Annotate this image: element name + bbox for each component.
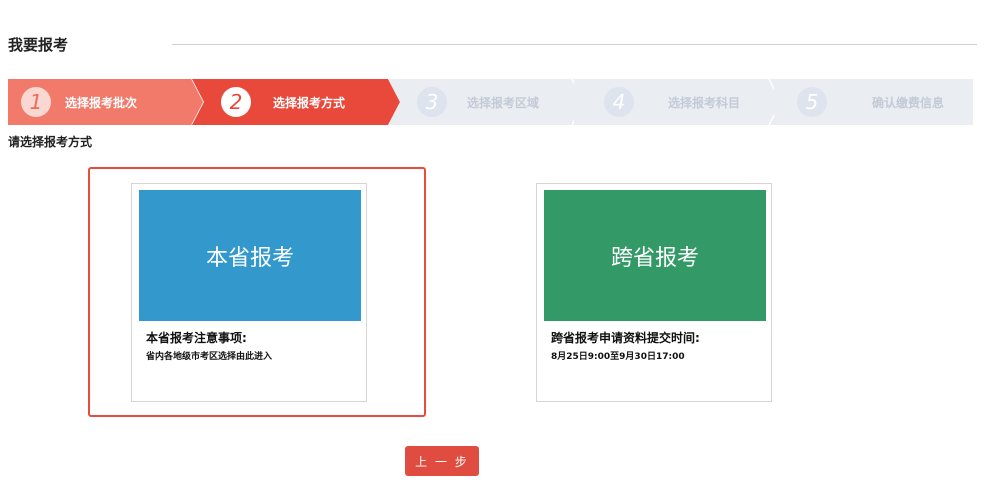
option-note-body-local: 省内各地级市考区选择由此进入: [146, 352, 273, 362]
step-5-number: 5: [797, 87, 827, 117]
option-note-title-cross: 跨省报考申请资料提交时间:: [551, 331, 700, 345]
option-note-body-cross: 8月25日9:00至9月30日17:00: [551, 352, 685, 362]
option-card-local[interactable]: 本省报考 本省报考注意事项: 省内各地级市考区选择由此进入: [131, 183, 367, 402]
step-2: 2 选择报考方式: [192, 79, 402, 125]
step-4-label: 选择报考科目: [668, 95, 741, 110]
option-banner-local[interactable]: 本省报考: [139, 190, 361, 321]
step-1-number: 1: [21, 87, 51, 117]
step-5-label: 确认缴费信息: [872, 95, 945, 110]
section-subtitle: 请选择报考方式: [8, 135, 93, 149]
option-note-title-local: 本省报考注意事项:: [146, 331, 247, 345]
step-5: 5 确认缴费信息: [774, 79, 973, 125]
step-1-label: 选择报考批次: [65, 95, 138, 110]
step-3: 3 选择报考区域: [388, 79, 588, 125]
step-2-label: 选择报考方式: [273, 95, 346, 110]
option-card-cross[interactable]: 跨省报考 跨省报考申请资料提交时间: 8月25日9:00至9月30日17:00: [536, 183, 772, 402]
title-divider: [172, 44, 977, 45]
previous-step-button[interactable]: 上 一 步: [405, 446, 479, 476]
step-4-number: 4: [604, 87, 634, 117]
option-banner-cross[interactable]: 跨省报考: [544, 190, 766, 321]
page-title: 我要报考: [8, 36, 69, 54]
step-2-number: 2: [221, 87, 251, 117]
step-4: 4 选择报考科目: [574, 79, 774, 125]
step-1: 1 选择报考批次: [8, 79, 208, 125]
step-progress-bar: 1 选择报考批次 2 选择报考方式 3 选择报考区域 4 选择报考科目 5 确认…: [8, 79, 973, 125]
step-3-label: 选择报考区域: [467, 95, 540, 110]
step-3-number: 3: [417, 87, 447, 117]
